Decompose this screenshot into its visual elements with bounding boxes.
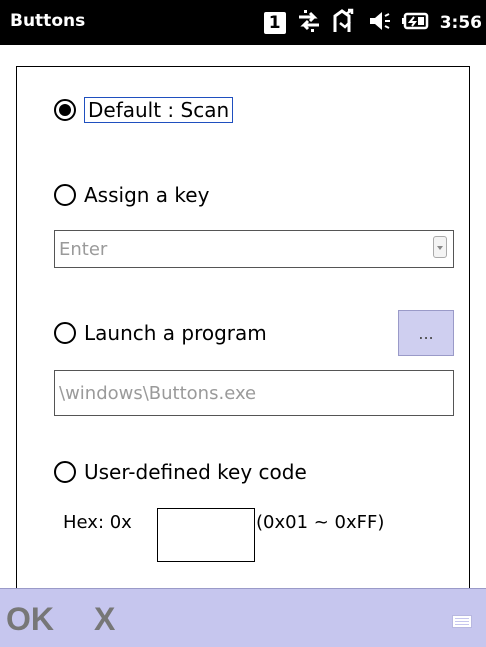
ok-button[interactable]: OK [6, 601, 54, 638]
cancel-button[interactable]: X [94, 601, 115, 638]
radio-assign-key[interactable] [54, 184, 76, 206]
radio-user-defined[interactable] [54, 461, 76, 483]
speaker-icon[interactable] [368, 8, 392, 38]
label-default-scan: Default : Scan [84, 97, 234, 123]
softkey-bar: OK X [0, 588, 486, 647]
data-sync-icon[interactable] [296, 8, 322, 38]
hex-code-input[interactable] [157, 508, 255, 562]
program-path-value: \windows\Buttons.exe [59, 382, 257, 404]
program-path-field[interactable]: \windows\Buttons.exe [54, 370, 454, 416]
option-assign-key[interactable]: Assign a key [54, 183, 209, 207]
missed-call-icon[interactable] [332, 8, 358, 38]
label-user-defined: User-defined key code [84, 460, 307, 484]
key-dropdown-value: Enter [59, 238, 108, 260]
battery-icon[interactable] [401, 8, 430, 38]
title-bar: Buttons 1 3:56 [0, 0, 486, 45]
radio-launch-program[interactable] [54, 322, 76, 344]
label-assign-key: Assign a key [84, 183, 210, 207]
status-icons: 1 3:56 [263, 6, 482, 39]
clock[interactable]: 3:56 [440, 13, 482, 33]
browse-button[interactable]: ... [398, 310, 454, 356]
radio-default-scan[interactable] [54, 99, 76, 121]
chevron-down-icon[interactable] [433, 236, 447, 258]
keyboard-icon[interactable] [452, 615, 472, 628]
hex-prefix-label: Hex: 0x [63, 512, 132, 533]
option-launch-program[interactable]: Launch a program [54, 321, 267, 345]
app-title: Buttons [10, 11, 86, 31]
key-dropdown[interactable]: Enter [54, 230, 454, 268]
label-launch-program: Launch a program [84, 321, 267, 345]
option-user-defined[interactable]: User-defined key code [54, 460, 307, 484]
option-default-scan[interactable]: Default : Scan [54, 97, 234, 123]
hex-range-label: (0x01 ~ 0xFF) [256, 512, 385, 533]
notification-icon[interactable]: 1 [263, 11, 286, 34]
